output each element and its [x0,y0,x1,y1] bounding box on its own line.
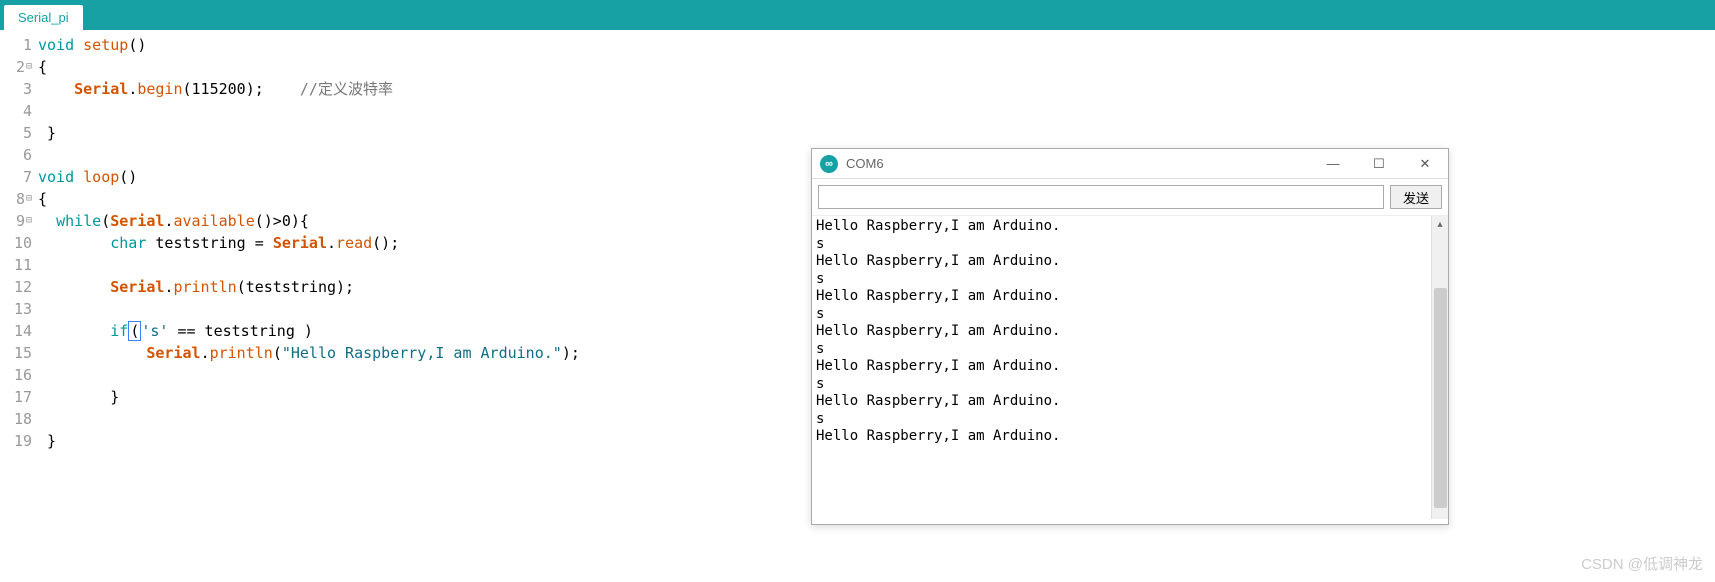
minimize-button[interactable]: — [1310,149,1356,179]
serial-output-line: s [816,236,1444,254]
line-number: 14 [0,320,32,342]
ide-header-bar: Serial_pi [0,0,1715,30]
line-number: 18 [0,408,32,430]
sketch-tab[interactable]: Serial_pi [4,5,83,30]
line-number: 1 [0,34,32,56]
serial-output-line: Hello Raspberry,I am Arduino. [816,393,1444,411]
close-button[interactable]: ✕ [1402,149,1448,179]
serial-output-line: s [816,341,1444,359]
serial-output-line: Hello Raspberry,I am Arduino. [816,253,1444,271]
code-line[interactable]: void setup() [38,34,1715,56]
line-number: 2⊟ [0,56,32,78]
serial-output-line: s [816,376,1444,394]
code-line[interactable]: } [38,122,1715,144]
line-gutter: 12⊟345678⊟9⊟10111213141516171819 [0,34,38,452]
arduino-icon [820,155,838,173]
line-number: 3 [0,78,32,100]
line-number: 6 [0,144,32,166]
serial-output-line: Hello Raspberry,I am Arduino. [816,288,1444,306]
line-number: 19 [0,430,32,452]
serial-monitor-window: COM6 — ☐ ✕ 发送 Hello Raspberry,I am Ardui… [811,148,1449,525]
serial-output-wrap: Hello Raspberry,I am Arduino.sHello Rasp… [812,216,1448,519]
serial-output-line: Hello Raspberry,I am Arduino. [816,428,1444,446]
code-line[interactable]: { [38,56,1715,78]
window-controls: — ☐ ✕ [1310,149,1448,179]
scrollbar[interactable]: ▴ [1431,216,1448,519]
line-number: 8⊟ [0,188,32,210]
line-number: 7 [0,166,32,188]
scroll-up-icon[interactable]: ▴ [1432,216,1448,233]
maximize-button[interactable]: ☐ [1356,149,1402,179]
serial-output-line: s [816,306,1444,324]
line-number: 13 [0,298,32,320]
line-number: 4 [0,100,32,122]
code-line[interactable] [38,100,1715,122]
send-button[interactable]: 发送 [1390,185,1442,209]
serial-title: COM6 [846,156,1310,171]
code-line[interactable]: Serial.begin(115200); //定义波特率 [38,78,1715,100]
line-number: 9⊟ [0,210,32,232]
line-number: 11 [0,254,32,276]
serial-output-line: Hello Raspberry,I am Arduino. [816,323,1444,341]
line-number: 5 [0,122,32,144]
line-number: 10 [0,232,32,254]
serial-output-line: Hello Raspberry,I am Arduino. [816,218,1444,236]
serial-output[interactable]: Hello Raspberry,I am Arduino.sHello Rasp… [812,216,1448,519]
line-number: 17 [0,386,32,408]
serial-input-row: 发送 [812,179,1448,216]
line-number: 16 [0,364,32,386]
serial-output-line: s [816,411,1444,429]
line-number: 15 [0,342,32,364]
line-number: 12 [0,276,32,298]
serial-input[interactable] [818,185,1384,209]
scroll-thumb[interactable] [1434,288,1447,508]
serial-output-line: s [816,271,1444,289]
serial-titlebar[interactable]: COM6 — ☐ ✕ [812,149,1448,179]
serial-output-line: Hello Raspberry,I am Arduino. [816,358,1444,376]
watermark: CSDN @低调神龙 [1581,553,1703,574]
